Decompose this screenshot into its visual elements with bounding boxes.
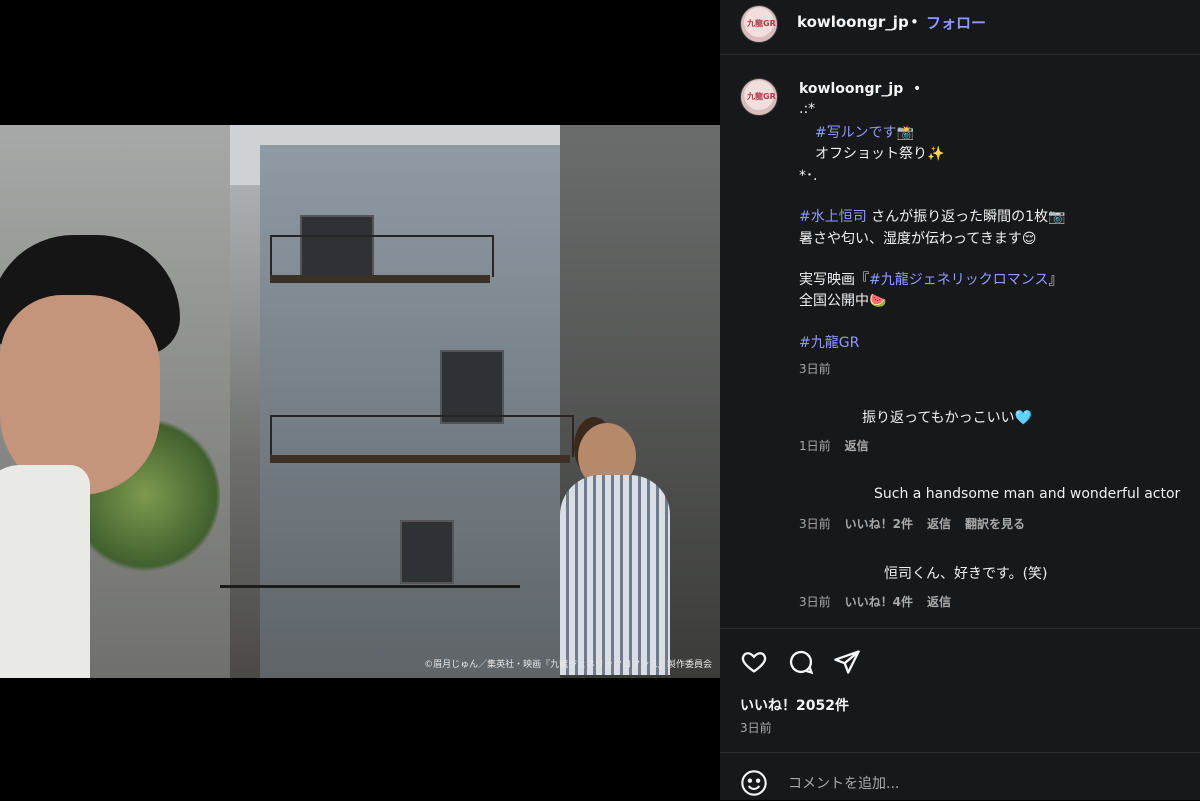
comment-time[interactable]: 3日前: [799, 595, 831, 609]
share-icon[interactable]: [833, 648, 861, 676]
header-username[interactable]: kowloongr_jp: [797, 13, 909, 31]
post-header: 九龍GR kowloongr_jp • フォロー: [720, 0, 1200, 55]
reply-button[interactable]: 返信: [927, 517, 951, 531]
emoji-icon[interactable]: [740, 769, 768, 797]
comment-meta: 3日前 いいね！4件 返信: [799, 593, 965, 610]
caption-line: #写ルンです📸: [815, 122, 914, 142]
post-side-panel: 九龍GR kowloongr_jp • フォロー 九龍GR kowloongr_…: [720, 0, 1200, 800]
action-bar: [720, 640, 1200, 684]
photo-man: [0, 235, 210, 678]
caption-text: 』: [1048, 272, 1063, 288]
comment-input[interactable]: [786, 771, 1170, 797]
caption-time[interactable]: 3日前: [799, 360, 831, 377]
avatar-logo-text: 九龍GR: [747, 19, 776, 28]
caption-line: 実写映画『#九龍ジェネリックロマンス』: [799, 269, 1062, 289]
caption-line: オフショット祭り✨: [815, 143, 944, 163]
hashtag-link[interactable]: #九龍ジェネリックロマンス: [869, 272, 1048, 288]
caption-text: 全国公開中🍉: [799, 293, 887, 309]
comment-text: Such a handsome man and wonderful actor: [874, 486, 1181, 502]
caption-line: 暑さや匂い、湿度が伝わってきます😌: [799, 228, 1036, 248]
comment-likes[interactable]: いいね！2件: [845, 517, 913, 531]
comment-meta: 1日前 返信: [799, 437, 883, 454]
divider: [720, 628, 1200, 629]
follow-button[interactable]: フォロー: [926, 12, 986, 33]
caption-text: 暑さや匂い、湿度が伝わってきます😌: [799, 231, 1037, 247]
add-comment-bar: [720, 755, 1200, 800]
photo-credit: ©眉月じゅん／集英社・映画『九龍ジェネリックロマンス』製作委員会: [424, 660, 712, 670]
caption-line: .:*: [799, 101, 815, 117]
comment-icon[interactable]: [787, 648, 815, 676]
photo-man-shirt: [0, 465, 90, 678]
caption-text: 実写映画『: [799, 272, 869, 288]
caption-line: #水上恒司 さんが振り返った瞬間の1枚📷: [799, 206, 1066, 226]
header-separator: •: [910, 13, 919, 31]
caption-line: #九龍GR: [799, 332, 859, 352]
photo-window: [400, 520, 454, 584]
avatar[interactable]: 九龍GR: [740, 5, 778, 43]
hashtag-link[interactable]: #水上恒司: [799, 209, 867, 225]
like-count[interactable]: いいね！2052件: [740, 695, 849, 715]
reply-button[interactable]: 返信: [927, 595, 951, 609]
caption-text: 📸: [896, 125, 914, 141]
caption-text: オフショット祭り✨: [815, 146, 945, 162]
avatar-logo-text: 九龍GR: [747, 92, 776, 101]
comment-likes[interactable]: いいね！4件: [845, 595, 913, 609]
photo-balcony: [270, 455, 570, 463]
caption-avatar[interactable]: 九龍GR: [740, 78, 778, 116]
caption-separator: •: [913, 81, 922, 97]
caption-username[interactable]: kowloongr_jp: [799, 81, 903, 97]
caption-text: *･.: [799, 168, 818, 184]
caption-line: 全国公開中🍉: [799, 290, 886, 310]
reply-button[interactable]: 返信: [845, 439, 869, 453]
caption-text: .:*: [799, 101, 816, 117]
comment-time[interactable]: 3日前: [799, 517, 831, 531]
divider: [720, 752, 1200, 753]
post-photo[interactable]: ©眉月じゅん／集英社・映画『九龍ジェネリックロマンス』製作委員会: [0, 125, 720, 678]
photo-window: [440, 350, 504, 424]
post-time[interactable]: 3日前: [740, 719, 772, 736]
translate-button[interactable]: 翻訳を見る: [965, 517, 1025, 531]
photo-balcony: [270, 275, 490, 283]
photo-woman-body: [560, 475, 670, 675]
comment-text: 振り返ってもかっこいい🩵: [862, 410, 1033, 426]
photo-balcony-rail: [270, 415, 574, 457]
comment-meta: 3日前 いいね！2件 返信 翻訳を見る: [799, 515, 1039, 532]
caption-line: *･.: [799, 165, 817, 185]
comment-text: 恒司くん、好きです。(笑): [884, 566, 1048, 582]
hashtag-link[interactable]: #写ルンです: [815, 125, 896, 141]
photo-balcony-rail: [270, 235, 494, 277]
comment-time[interactable]: 1日前: [799, 439, 831, 453]
caption-text: さんが振り返った瞬間の1枚📷: [866, 209, 1066, 225]
heart-icon[interactable]: [740, 648, 768, 676]
media-pane: ©眉月じゅん／集英社・映画『九龍ジェネリックロマンス』製作委員会: [0, 0, 720, 800]
hashtag-link[interactable]: #九龍GR: [799, 335, 859, 351]
